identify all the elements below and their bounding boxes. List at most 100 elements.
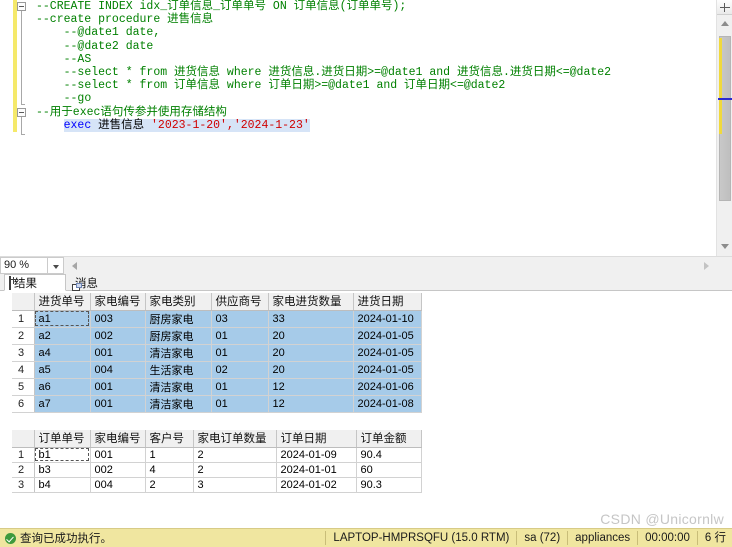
grid-cell[interactable]: 清洁家电 [145, 395, 212, 413]
collapse-box-region-1[interactable] [17, 2, 26, 11]
grid-cell[interactable]: 2024-01-08 [353, 395, 422, 413]
grid-cell[interactable]: 2024-01-02 [276, 477, 357, 493]
code-outline-gutter[interactable] [17, 0, 33, 256]
grid-cell[interactable]: 12 [268, 395, 354, 413]
grid-cell[interactable]: 001 [90, 447, 146, 463]
grid-cell[interactable]: 01 [211, 327, 269, 345]
grid-cell[interactable]: 20 [268, 327, 354, 345]
grid-cell[interactable]: 90.3 [356, 477, 422, 493]
grid-cell[interactable]: 生活家电 [145, 361, 212, 379]
table-row[interactable]: 1 a1 003 厨房家电 03 33 2024-01-10 [12, 310, 422, 328]
code-text[interactable]: --CREATE INDEX idx_订单信息_订单单号 ON 订单信息(订单单… [36, 0, 716, 250]
column-header[interactable]: 家电编号 [90, 293, 146, 311]
grid-cell[interactable]: 20 [268, 344, 354, 362]
grid-cell[interactable]: 02 [211, 361, 269, 379]
grid-cell[interactable]: 厨房家电 [145, 327, 212, 345]
grid-select-all-corner[interactable] [12, 430, 35, 448]
row-number-header[interactable]: 1 [12, 310, 35, 328]
column-header[interactable]: 家电类别 [145, 293, 212, 311]
column-header[interactable]: 家电编号 [90, 430, 146, 448]
grid-cell[interactable]: 2024-01-05 [353, 361, 422, 379]
hscroll-left-arrow-icon[interactable] [67, 258, 82, 274]
column-header[interactable]: 客户号 [145, 430, 194, 448]
grid-cell[interactable]: a7 [34, 395, 91, 413]
zoom-level-combobox[interactable]: 90 % [0, 257, 48, 274]
grid-cell[interactable]: 001 [90, 395, 146, 413]
grid-cell[interactable]: 厨房家电 [145, 310, 212, 328]
column-header[interactable]: 供应商号 [211, 293, 269, 311]
column-header[interactable]: 订单单号 [34, 430, 91, 448]
grid-cell[interactable]: 3 [193, 477, 277, 493]
grid-cell[interactable]: 01 [211, 344, 269, 362]
grid-cell[interactable]: 清洁家电 [145, 344, 212, 362]
purchase-info-grid[interactable]: 进货单号 家电编号 家电类别 供应商号 家电进货数量 进货日期 1 a1 003 厨房家电 03 33… [12, 293, 422, 413]
collapse-box-region-2[interactable] [17, 108, 26, 117]
column-header[interactable]: 家电进货数量 [268, 293, 354, 311]
grid-cell[interactable]: 清洁家电 [145, 378, 212, 396]
sql-editor-pane[interactable]: --CREATE INDEX idx_订单信息_订单单号 ON 订单信息(订单单… [0, 0, 732, 256]
table-row[interactable]: 4 a5 004 生活家电 02 20 2024-01-05 [12, 361, 422, 379]
grid-cell[interactable]: 60 [356, 462, 422, 478]
row-number-header[interactable]: 2 [12, 327, 35, 345]
column-header[interactable]: 进货日期 [353, 293, 422, 311]
grid-cell[interactable]: 2 [193, 462, 277, 478]
hscroll-right-arrow-icon[interactable] [699, 258, 714, 274]
column-header[interactable]: 订单金额 [356, 430, 422, 448]
grid-cell[interactable]: 2 [145, 477, 194, 493]
grid-cell[interactable]: 2024-01-09 [276, 447, 357, 463]
grid-cell[interactable]: a4 [34, 344, 91, 362]
grid-cell[interactable]: 2024-01-05 [353, 344, 422, 362]
grid-cell[interactable]: a5 [34, 361, 91, 379]
row-number-header[interactable]: 3 [12, 344, 35, 362]
column-header[interactable]: 订单日期 [276, 430, 357, 448]
table-row[interactable]: 3 b4 004 2 3 2024-01-02 90.3 [12, 477, 422, 493]
grid-cell[interactable]: 2024-01-01 [276, 462, 357, 478]
tab-results[interactable]: 结果 [4, 274, 66, 291]
grid-cell[interactable]: a1 [34, 310, 91, 328]
table-row[interactable]: 2 b3 002 4 2 2024-01-01 60 [12, 462, 422, 478]
grid-cell[interactable]: 001 [90, 344, 146, 362]
table-row[interactable]: 2 a2 002 厨房家电 01 20 2024-01-05 [12, 327, 422, 345]
grid-cell[interactable]: 90.4 [356, 447, 422, 463]
row-number-header[interactable]: 2 [12, 462, 35, 478]
grid-cell[interactable]: 20 [268, 361, 354, 379]
tab-messages[interactable]: 消息 [68, 274, 130, 291]
grid-cell[interactable]: 2 [193, 447, 277, 463]
grid-cell[interactable]: 002 [90, 327, 146, 345]
grid-cell[interactable]: 2024-01-06 [353, 378, 422, 396]
table-row[interactable]: 6 a7 001 清洁家电 01 12 2024-01-08 [12, 395, 422, 413]
row-number-header[interactable]: 4 [12, 361, 35, 379]
scroll-up-arrow-icon[interactable] [717, 17, 732, 30]
results-pane[interactable]: 进货单号 家电编号 家电类别 供应商号 家电进货数量 进货日期 1 a1 003 厨房家电 03 33… [0, 291, 732, 526]
grid-cell[interactable]: 12 [268, 378, 354, 396]
row-number-header[interactable]: 3 [12, 477, 35, 493]
grid-cell[interactable]: 01 [211, 378, 269, 396]
row-number-header[interactable]: 1 [12, 447, 35, 463]
grid-cell[interactable]: 2024-01-05 [353, 327, 422, 345]
grid-cell[interactable]: 003 [90, 310, 146, 328]
grid-cell[interactable]: 4 [145, 462, 194, 478]
column-header[interactable]: 家电订单数量 [193, 430, 277, 448]
grid-cell[interactable]: 01 [211, 395, 269, 413]
grid-cell[interactable]: 03 [211, 310, 269, 328]
grid-cell[interactable]: 002 [90, 462, 146, 478]
grid-cell[interactable]: b4 [34, 477, 91, 493]
chevron-down-icon[interactable] [48, 257, 64, 274]
column-header[interactable]: 进货单号 [34, 293, 91, 311]
editor-vertical-scrollbar[interactable] [716, 0, 732, 256]
scroll-down-arrow-icon[interactable] [717, 240, 732, 253]
row-number-header[interactable]: 6 [12, 395, 35, 413]
grid-cell[interactable]: b1 [34, 447, 91, 463]
grid-cell[interactable]: b3 [34, 462, 91, 478]
row-number-header[interactable]: 5 [12, 378, 35, 396]
grid-cell[interactable]: 33 [268, 310, 354, 328]
grid-cell[interactable]: 001 [90, 378, 146, 396]
grid-select-all-corner[interactable] [12, 293, 35, 311]
grid-cell[interactable]: a6 [34, 378, 91, 396]
grid-cell[interactable]: 2024-01-10 [353, 310, 422, 328]
table-row[interactable]: 5 a6 001 清洁家电 01 12 2024-01-06 [12, 378, 422, 396]
grid-cell[interactable]: 1 [145, 447, 194, 463]
grid-cell[interactable]: 004 [90, 477, 146, 493]
table-row[interactable]: 3 a4 001 清洁家电 01 20 2024-01-05 [12, 344, 422, 362]
order-info-grid[interactable]: 订单单号 家电编号 客户号 家电订单数量 订单日期 订单金额 1 b1 001 1 2 2024-01… [12, 430, 422, 493]
